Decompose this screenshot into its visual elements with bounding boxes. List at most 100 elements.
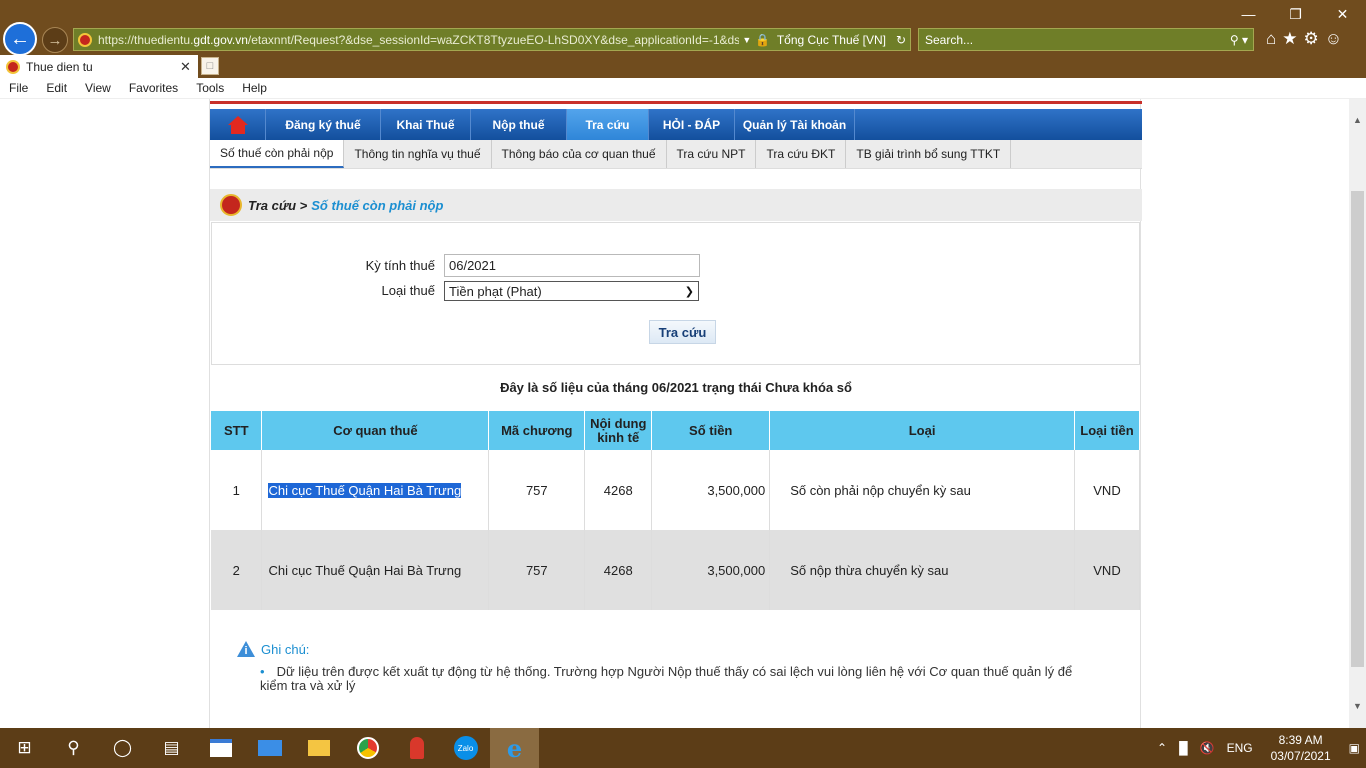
restore-icon[interactable]: ❐ <box>1272 0 1319 28</box>
chrome-icon[interactable] <box>343 728 392 768</box>
menu-favorites[interactable]: Favorites <box>120 81 187 95</box>
menu-view[interactable]: View <box>76 81 120 95</box>
close-icon[interactable]: ✕ <box>1319 0 1366 28</box>
menu-tools[interactable]: Tools <box>187 81 233 95</box>
nav-home-button[interactable] <box>210 109 266 140</box>
cell-loai: Số còn phải nộp chuyển kỳ sau <box>769 450 1075 530</box>
subnav-thong-tin-nghia-vu-thue[interactable]: Thông tin nghĩa vụ thuế <box>344 140 492 168</box>
refresh-icon[interactable]: ↻ <box>892 33 910 47</box>
minimize-icon[interactable]: — <box>1225 0 1272 28</box>
address-url[interactable]: https://thuedientu.gdt.gov.vn/etaxnnt/Re… <box>98 33 739 47</box>
new-tab-button[interactable]: □ <box>201 57 219 75</box>
address-bar[interactable]: https://thuedientu.gdt.gov.vn/etaxnnt/Re… <box>73 28 911 51</box>
clock-time: 8:39 AM <box>1278 733 1323 747</box>
chevron-down-icon: ❯ <box>684 285 694 298</box>
table-row: 2 Chi cục Thuế Quận Hai Bà Trưng 757 426… <box>211 530 1141 610</box>
cortana-circle-icon[interactable]: ◯ <box>98 728 147 768</box>
nav-khai-thue[interactable]: Khai Thuế <box>381 109 471 140</box>
cell-noi-dung-kinh-te: 4268 <box>584 450 653 530</box>
favorites-star-icon[interactable]: ★ <box>1282 29 1297 49</box>
site-favicon-icon <box>78 32 92 47</box>
tab-close-icon[interactable]: ✕ <box>180 59 198 75</box>
search-icon[interactable]: ⚲ ▾ <box>1225 33 1253 47</box>
note-body: • Dữ liệu trên được kết xuất tự động từ h… <box>237 665 1077 693</box>
language-indicator[interactable]: ENG <box>1221 741 1259 755</box>
subnav-so-thue-con-phai-nop[interactable]: Số thuế còn phải nộp <box>210 140 345 168</box>
col-loai: Loại <box>769 411 1075 450</box>
menu-help[interactable]: Help <box>233 81 276 95</box>
clock[interactable]: 8:39 AM 03/07/2021 <box>1259 732 1343 764</box>
cell-so-tien: 3,500,000 <box>651 530 771 610</box>
menu-edit[interactable]: Edit <box>37 81 76 95</box>
nav-tra-cuu[interactable]: Tra cứu <box>567 109 649 140</box>
internet-explorer-icon[interactable]: e <box>490 728 539 768</box>
notifications-icon[interactable]: ▣ <box>1343 741 1366 755</box>
tax-type-label: Loại thuế <box>381 283 436 298</box>
selected-text: Chi cục Thuế Quận Hai Bà Trưng <box>268 482 462 498</box>
search-form: Kỳ tính thuế 06/2021 Loại thuế Tiền phạt… <box>211 222 1140 365</box>
browser-chrome: — ❐ ✕ ← → https://thuedientu.gdt.gov.vn/… <box>0 0 1366 78</box>
note-section: i Ghi chú: • Dữ liệu trên được kết xuất t… <box>237 641 1077 693</box>
clock-date: 03/07/2021 <box>1270 749 1331 763</box>
vertical-scrollbar[interactable]: ▲ ▼ <box>1349 99 1366 728</box>
address-dropdown-icon[interactable]: ▼ <box>739 35 755 45</box>
show-hidden-icons-icon[interactable]: ⌃ <box>1151 741 1173 755</box>
period-label: Kỳ tính thuế <box>365 258 435 273</box>
cell-ma-chuong: 757 <box>488 530 586 610</box>
mail-icon[interactable] <box>245 728 294 768</box>
col-loai-tien: Loại tiền <box>1074 411 1141 450</box>
rocket-app-icon[interactable] <box>392 728 441 768</box>
search-submit-button[interactable]: Tra cứu <box>649 320 716 344</box>
scroll-thumb[interactable] <box>1351 191 1364 667</box>
nav-hoi-dap[interactable]: HỎI - ĐÁP <box>649 109 735 140</box>
page-viewport: Đăng ký thuế Khai Thuế Nộp thuế Tra cứu … <box>0 99 1349 728</box>
table-row: 1 Chi cục Thuế Quận Hai Bà Trưng 757 426… <box>211 450 1141 530</box>
volume-muted-icon[interactable]: 🔇 <box>1194 741 1221 755</box>
taskbar-search-icon[interactable]: ⚲ <box>49 728 98 768</box>
nav-dang-ky-thue[interactable]: Đăng ký thuế <box>266 109 381 140</box>
cell-co-quan-thue: Chi cục Thuế Quận Hai Bà Trưng <box>261 450 490 530</box>
note-text: Dữ liệu trên được kết xuất tự động từ hệ… <box>260 664 1073 693</box>
forward-button[interactable]: → <box>42 27 68 53</box>
breadcrumb-current: Số thuế còn phải nộp <box>311 197 444 213</box>
new-tab-icon: □ <box>206 60 214 72</box>
subnav-tra-cuu-npt[interactable]: Tra cứu NPT <box>667 140 757 168</box>
scroll-down-icon[interactable]: ▼ <box>1349 697 1366 714</box>
start-windows-icon[interactable]: ⊞ <box>0 728 49 768</box>
period-input[interactable]: 06/2021 <box>444 254 700 277</box>
bullet-icon: • <box>260 664 265 679</box>
search-input[interactable]: Search... <box>925 33 1225 47</box>
nav-nop-thue[interactable]: Nộp thuế <box>471 109 567 140</box>
settings-gear-icon[interactable]: ⚙ <box>1304 29 1319 49</box>
nav-quan-ly-tai-khoan[interactable]: Quản lý Tài khoản <box>735 109 855 140</box>
task-view-icon[interactable]: ▤ <box>147 728 196 768</box>
taskbar: ⊞ ⚲ ◯ ▤ Zalo e ⌃ █ 🔇 ENG 8:39 AM 03/07/2… <box>0 728 1366 768</box>
col-co-quan-thue: Cơ quan thuế <box>261 411 490 450</box>
subnav-tra-cuu-dkt[interactable]: Tra cứu ĐKT <box>756 140 847 168</box>
browser-tab[interactable]: Thue dien tu ✕ <box>0 55 198 78</box>
col-ma-chuong: Mã chương <box>488 411 586 450</box>
col-so-tien: Số tiền <box>651 411 771 450</box>
site-identity[interactable]: Tổng Cục Thuế [VN] <box>771 33 892 47</box>
back-button[interactable]: ← <box>3 22 37 56</box>
breadcrumb: Tra cứu > Số thuế còn phải nộp <box>210 189 1142 221</box>
search-box[interactable]: Search... ⚲ ▾ <box>918 28 1254 51</box>
toolbar-icons: ⌂ ★ ⚙ ☺ <box>1266 29 1342 49</box>
file-explorer-icon[interactable] <box>294 728 343 768</box>
subnav-tb-giai-trinh[interactable]: TB giải trình bổ sung TTKT <box>846 140 1012 168</box>
breadcrumb-parent[interactable]: Tra cứu > <box>248 198 307 213</box>
subnav-thong-bao-co-quan-thue[interactable]: Thông báo của cơ quan thuế <box>492 140 667 168</box>
cell-noi-dung-kinh-te: 4268 <box>584 530 653 610</box>
tax-type-select[interactable]: Tiền phạt (Phat) ❯ <box>444 281 699 301</box>
scroll-up-icon[interactable]: ▲ <box>1349 111 1366 128</box>
lock-icon[interactable]: 🔒 <box>755 33 771 47</box>
smiley-feedback-icon[interactable]: ☺ <box>1325 29 1342 49</box>
menu-file[interactable]: File <box>0 81 37 95</box>
store-icon[interactable] <box>196 728 245 768</box>
zalo-icon[interactable]: Zalo <box>441 728 490 768</box>
network-icon[interactable]: █ <box>1173 741 1194 755</box>
window-controls: — ❐ ✕ <box>1225 0 1366 28</box>
home-icon <box>227 115 248 134</box>
tab-title: Thue dien tu <box>26 59 93 74</box>
home-icon[interactable]: ⌂ <box>1266 29 1276 49</box>
